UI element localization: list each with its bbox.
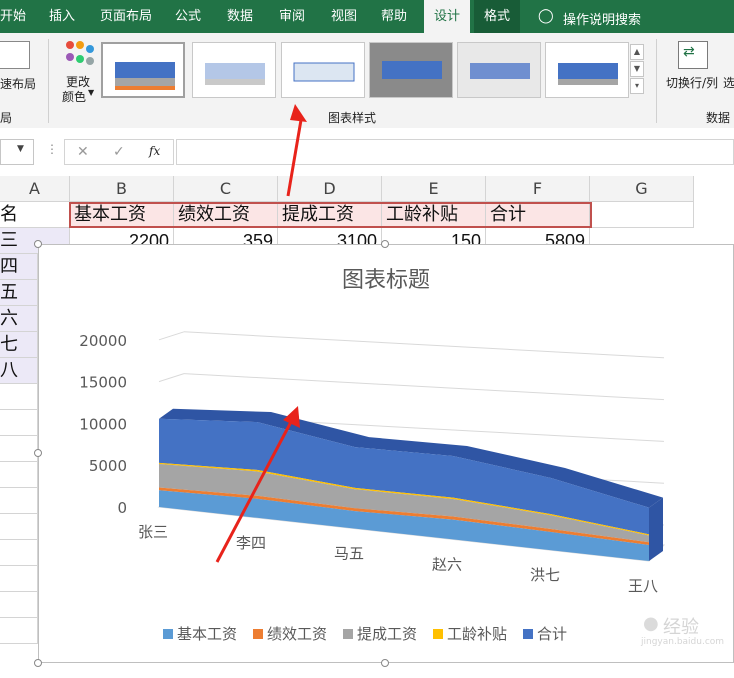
annotation-arrow-1 <box>286 119 303 197</box>
annotation-arrow-2 <box>215 419 294 563</box>
arrowhead-1 <box>290 104 307 122</box>
arrowhead-2 <box>283 406 300 428</box>
annotation-arrows <box>215 104 307 563</box>
